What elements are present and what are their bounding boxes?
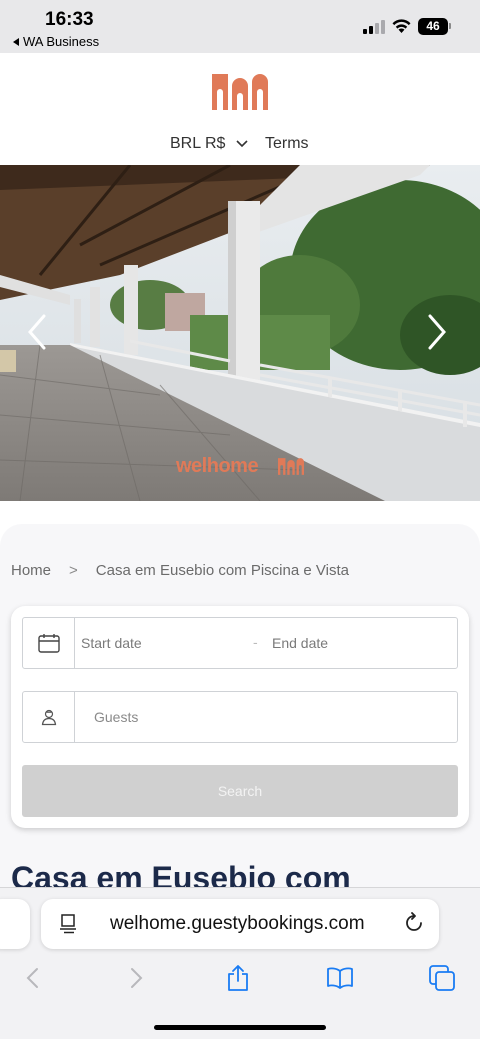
guests-input[interactable]: Guests [94,709,138,725]
end-date-input[interactable]: End date [272,635,328,651]
chevron-down-icon[interactable] [236,137,248,149]
status-bar: 16:33 WA Business 46 [0,0,480,53]
wifi-icon [392,19,411,33]
user-icon [41,709,56,726]
back-arrow-icon [26,968,38,988]
share-button[interactable] [223,963,253,993]
browser-back-button[interactable] [17,963,47,993]
share-icon [228,965,248,991]
hero-photo [0,165,480,501]
url-text[interactable]: welhome.guestybookings.com [110,913,365,935]
terms-link[interactable]: Terms [265,135,309,153]
forward-arrow-icon [131,968,143,988]
watermark-logo-icon [278,458,304,475]
page-menu-icon[interactable] [59,914,77,934]
battery-indicator: 46 [418,18,448,35]
search-button[interactable]: Search [22,765,458,817]
status-time: 16:33 [45,9,94,30]
currency-selector[interactable]: BRL R$ [170,135,225,153]
breadcrumb-home-link[interactable]: Home [11,562,51,579]
browser-toolbar: welhome.guestybookings.com [0,887,480,1039]
carousel-next-button[interactable] [426,312,450,352]
reload-icon[interactable] [403,912,425,934]
calendar-icon-cell [23,618,75,668]
booking-widget: Start date - End date Guests Search [11,606,469,828]
back-triangle-icon [13,38,19,46]
back-app-label: WA Business [23,34,100,49]
bookmarks-button[interactable] [325,963,355,993]
address-bar[interactable]: welhome.guestybookings.com [41,899,439,949]
guest-icon-cell [23,692,75,742]
breadcrumb: Home > Casa em Eusebio com Piscina e Vista [11,562,349,579]
home-indicator [154,1025,326,1030]
carousel-prev-button[interactable] [24,312,48,352]
tabs-button[interactable] [427,963,457,993]
site-header: BRL R$ Terms [0,53,480,165]
welhome-logo-icon[interactable] [212,74,268,110]
book-icon [327,967,353,989]
start-date-input[interactable]: Start date [81,635,142,651]
previous-tab-preview[interactable] [0,899,30,949]
calendar-icon [37,634,60,653]
hero-carousel[interactable]: welhome [0,165,480,501]
tabs-icon [429,965,455,991]
guests-selector[interactable]: Guests [22,691,458,743]
photo-watermark: welhome [176,455,259,477]
breadcrumb-separator-icon: > [69,562,78,579]
cellular-signal-icon [363,20,385,34]
breadcrumb-current: Casa em Eusebio com Piscina e Vista [95,562,349,579]
content-panel: Home > Casa em Eusebio com Piscina e Vista… [0,524,480,924]
browser-forward-button[interactable] [122,963,152,993]
date-separator: - [253,634,258,650]
back-to-app-link[interactable]: WA Business [13,34,99,49]
date-range-picker[interactable]: Start date - End date [22,617,458,669]
battery-nub [449,23,451,29]
